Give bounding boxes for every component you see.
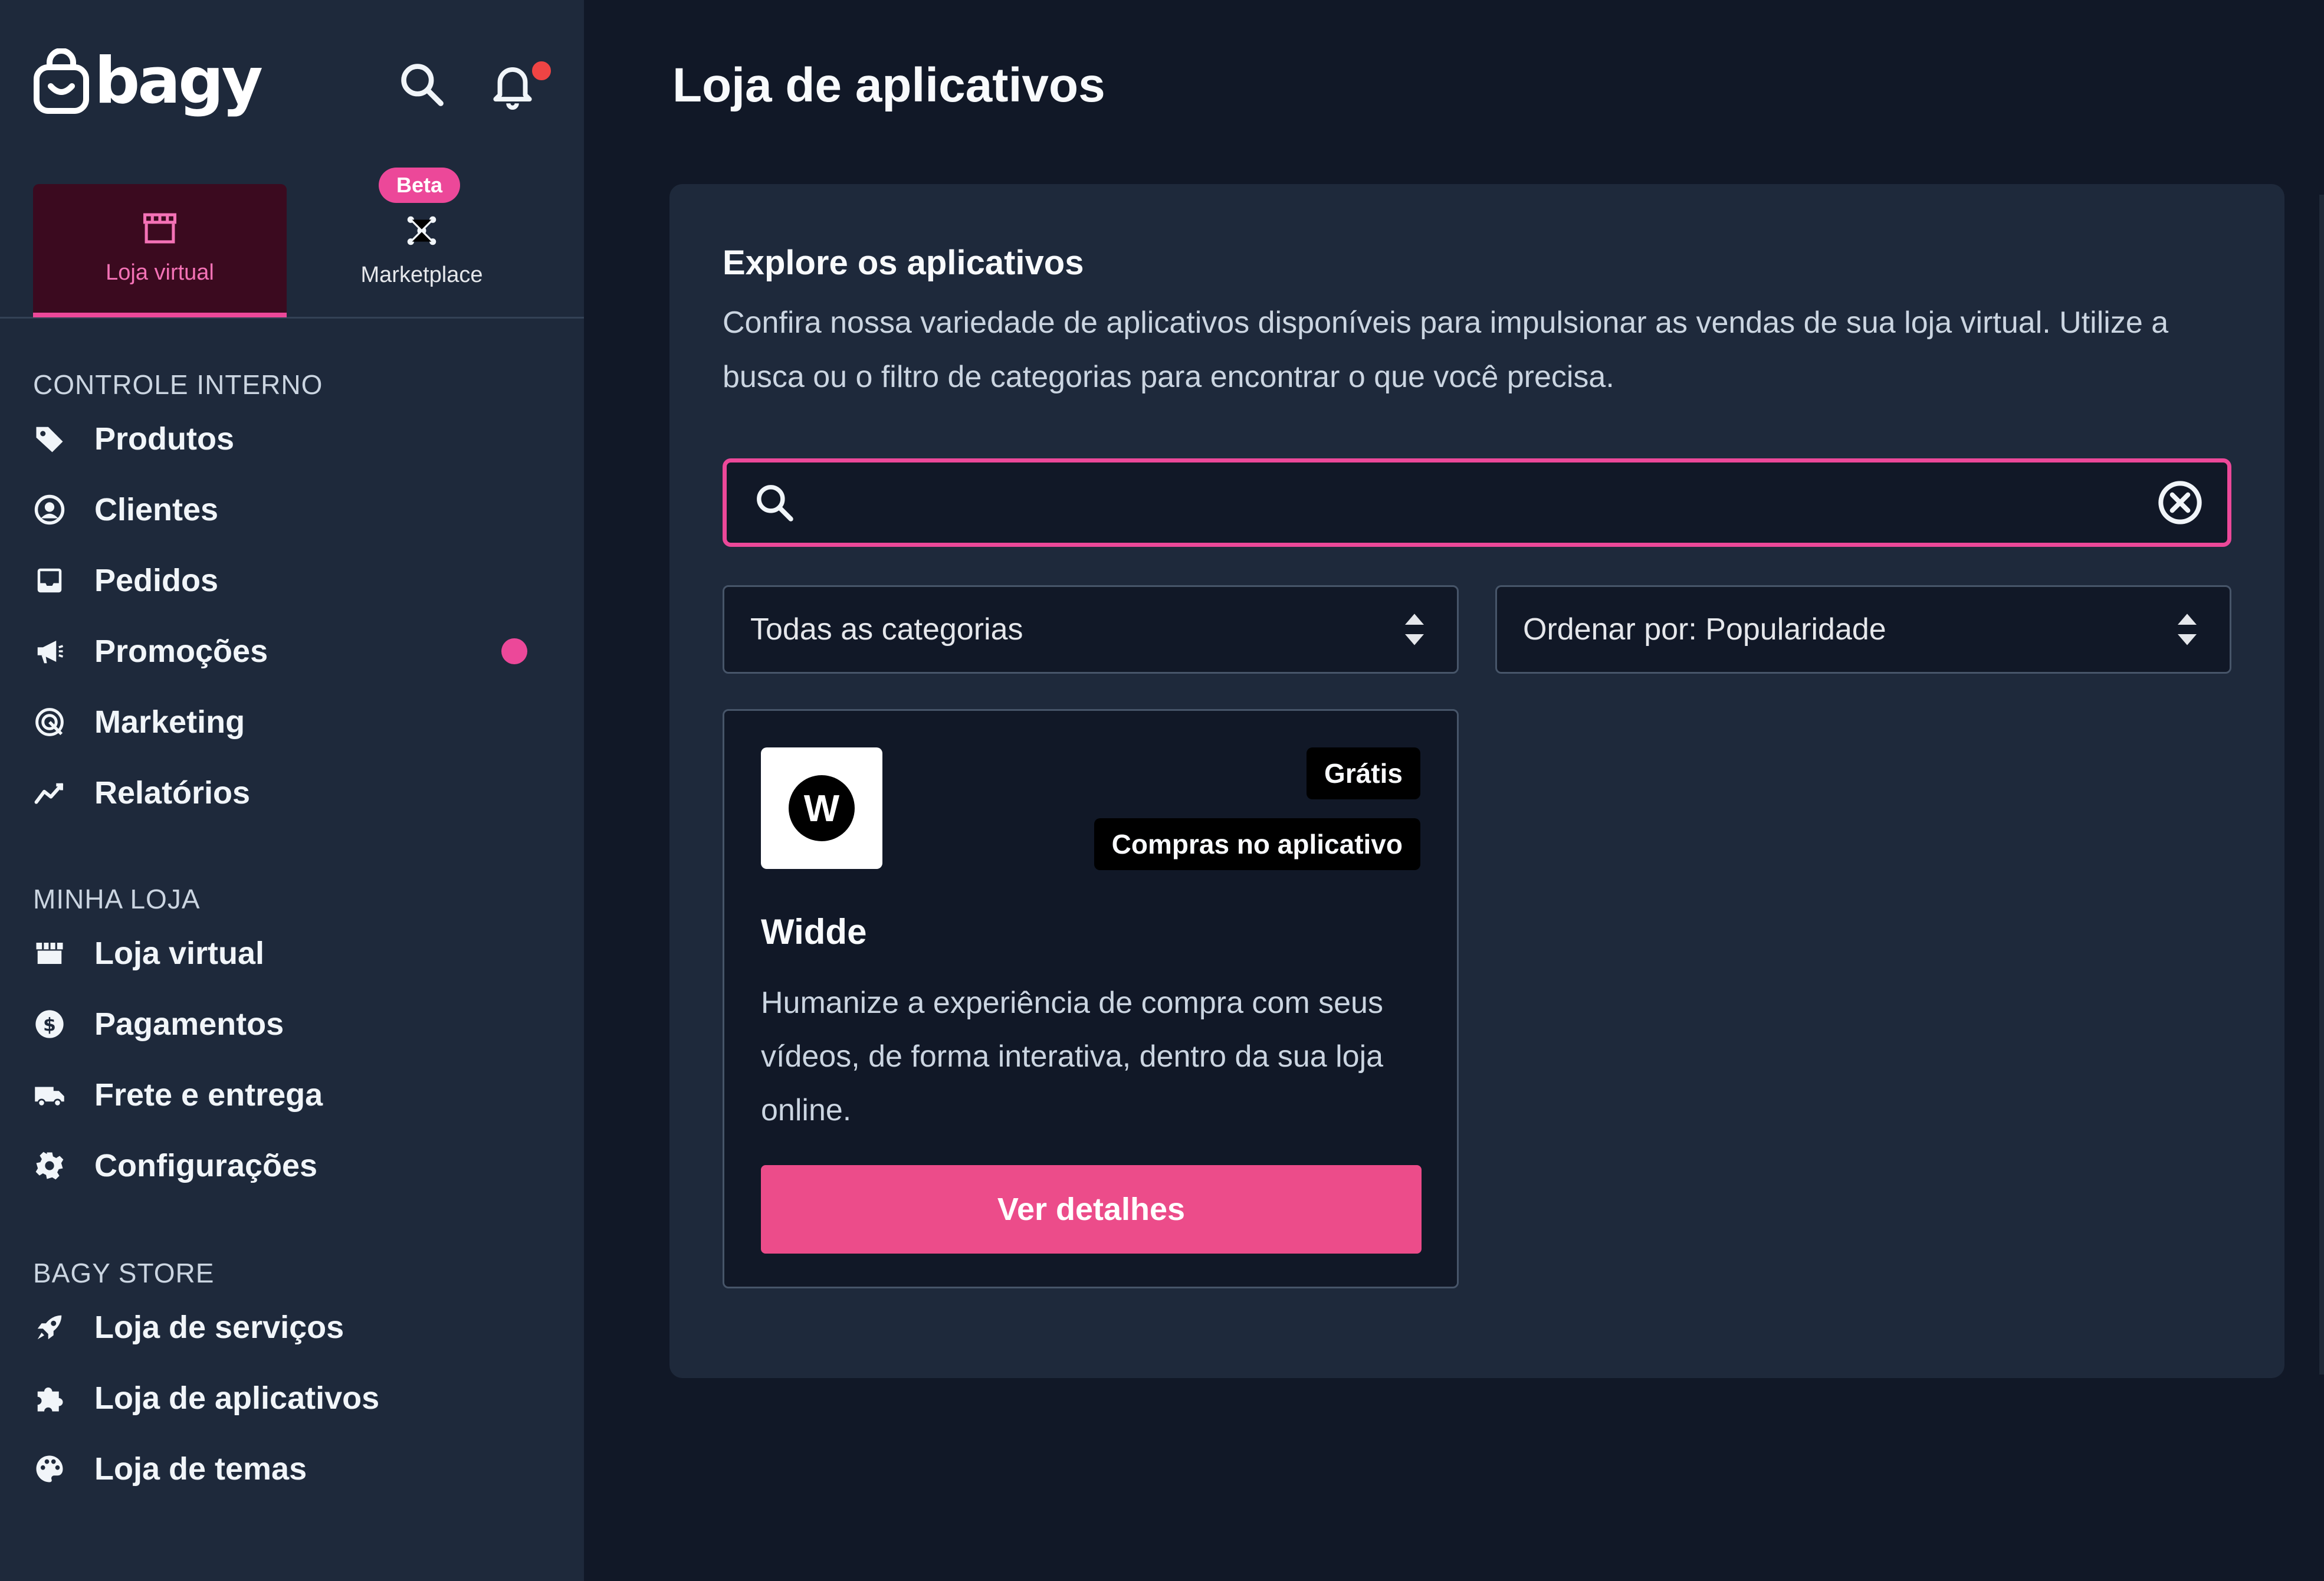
sidebar-item-label: Produtos [94, 421, 234, 457]
tag-icon [33, 422, 66, 455]
sidebar-header: bagy Loja virtual Beta Marketplace [0, 0, 584, 319]
sidebar-item-clientes[interactable]: Clientes [33, 474, 551, 545]
nav-section-header: BAGY STORE [33, 1258, 215, 1288]
category-select[interactable]: Todas as categorias [723, 585, 1459, 674]
search-icon[interactable] [396, 59, 447, 110]
search-icon [757, 485, 793, 521]
app-root: bagy Loja virtual Beta Marketplace CONTR… [0, 0, 2324, 1581]
nav-section-header: MINHA LOJA [33, 884, 201, 914]
storefront-icon [143, 213, 176, 243]
in-app-purchase-badge: Compras no aplicativo [1094, 818, 1420, 870]
sidebar-item-produtos[interactable]: Produtos [33, 404, 551, 474]
network-icon [407, 216, 436, 245]
clear-search-icon[interactable] [2156, 479, 2204, 526]
nav-section-header: CONTROLE INTERNO [33, 369, 323, 400]
truck-icon [33, 1078, 66, 1111]
chart-line-icon [33, 776, 66, 809]
sidebar-item-label: Clientes [94, 492, 219, 527]
app-card: W Grátis Compras no aplicativo Widde Hum… [723, 709, 1459, 1288]
sidebar-item-promocoes[interactable]: Promoções [33, 616, 551, 687]
target-icon [33, 706, 66, 739]
price-badge: Grátis [1307, 747, 1420, 799]
nav-section-bagy-store: BAGY STORE Loja de serviços Loja de apli… [33, 1254, 551, 1504]
view-details-button[interactable]: Ver detalhes [761, 1165, 1422, 1254]
page-title: Loja de aplicativos [672, 58, 1105, 112]
sidebar-item-configuracoes[interactable]: Configurações [33, 1130, 551, 1201]
apps-panel: Explore os aplicativos Confira nossa var… [669, 184, 2284, 1378]
sidebar-item-loja-aplicativos[interactable]: Loja de aplicativos [33, 1363, 551, 1434]
nav-section-controle-interno: CONTROLE INTERNO Produtos Clientes Pedid… [33, 366, 551, 828]
notification-dot [529, 58, 554, 84]
promocoes-indicator-dot [501, 638, 527, 664]
tab-loja-virtual[interactable]: Loja virtual [33, 184, 287, 317]
sidebar-item-label: Loja virtual [94, 936, 265, 971]
search-input[interactable] [814, 484, 2156, 521]
app-name: Widde [761, 912, 867, 952]
megaphone-icon [33, 635, 66, 668]
sidebar-item-label: Loja de temas [94, 1451, 307, 1487]
sidebar-item-label: Marketing [94, 704, 245, 740]
sidebar-item-pagamentos[interactable]: $ Pagamentos [33, 989, 551, 1060]
sidebar-item-label: Loja de serviços [94, 1310, 344, 1345]
sidebar: bagy Loja virtual Beta Marketplace CONTR… [0, 0, 584, 1581]
user-circle-icon [33, 493, 66, 526]
search-box [723, 458, 2231, 547]
brand-logo[interactable]: bagy [33, 44, 263, 118]
sidebar-item-label: Loja de aplicativos [94, 1380, 380, 1416]
main-content: Loja de aplicativos Explore os aplicativ… [584, 0, 2324, 1581]
sidebar-item-loja-servicos[interactable]: Loja de serviços [33, 1292, 551, 1363]
app-description: Humanize a experiência de compra com seu… [761, 986, 1384, 1127]
sidebar-item-marketing[interactable]: Marketing [33, 687, 551, 757]
sidebar-item-label: Configurações [94, 1148, 318, 1183]
shopping-bag-icon [34, 48, 89, 114]
scrollbar-track[interactable] [2319, 195, 2324, 1375]
sidebar-item-pedidos[interactable]: Pedidos [33, 545, 551, 616]
dollar-icon: $ [33, 1008, 66, 1041]
panel-title: Explore os aplicativos [723, 244, 1084, 282]
tab-marketplace[interactable]: Marketplace [295, 184, 549, 317]
panel-description: Confira nossa variedade de aplicativos d… [723, 306, 2169, 394]
brand-name: bagy [94, 44, 263, 118]
app-logo-letter: W [789, 775, 855, 841]
sidebar-item-label: Frete e entrega [94, 1077, 323, 1113]
tab-label: Marketplace [360, 262, 483, 287]
rocket-icon [33, 1311, 66, 1344]
sort-select-value: Ordenar por: Popularidade [1523, 612, 1886, 647]
nav-section-minha-loja: MINHA LOJA Loja virtual $ Pagamentos Fre… [33, 880, 551, 1201]
sort-arrows-icon [2178, 614, 2197, 645]
store-icon [33, 937, 66, 970]
sidebar-item-loja-virtual[interactable]: Loja virtual [33, 918, 551, 989]
puzzle-icon [33, 1382, 66, 1415]
gear-icon [33, 1149, 66, 1182]
sidebar-item-relatorios[interactable]: Relatórios [33, 757, 551, 828]
svg-text:$: $ [43, 1014, 56, 1035]
sidebar-item-label: Relatórios [94, 775, 251, 811]
sidebar-item-loja-temas[interactable]: Loja de temas [33, 1434, 551, 1504]
sidebar-item-label: Pagamentos [94, 1006, 284, 1042]
sidebar-item-label: Promoções [94, 634, 268, 669]
palette-icon [33, 1452, 66, 1485]
tab-label: Loja virtual [106, 260, 214, 285]
category-select-value: Todas as categorias [750, 612, 1023, 647]
sidebar-item-label: Pedidos [94, 563, 219, 598]
sort-arrows-icon [1405, 614, 1424, 645]
app-logo: W [761, 747, 882, 869]
sidebar-item-frete-entrega[interactable]: Frete e entrega [33, 1060, 551, 1130]
sort-select[interactable]: Ordenar por: Popularidade [1495, 585, 2231, 674]
inbox-icon [33, 564, 66, 597]
